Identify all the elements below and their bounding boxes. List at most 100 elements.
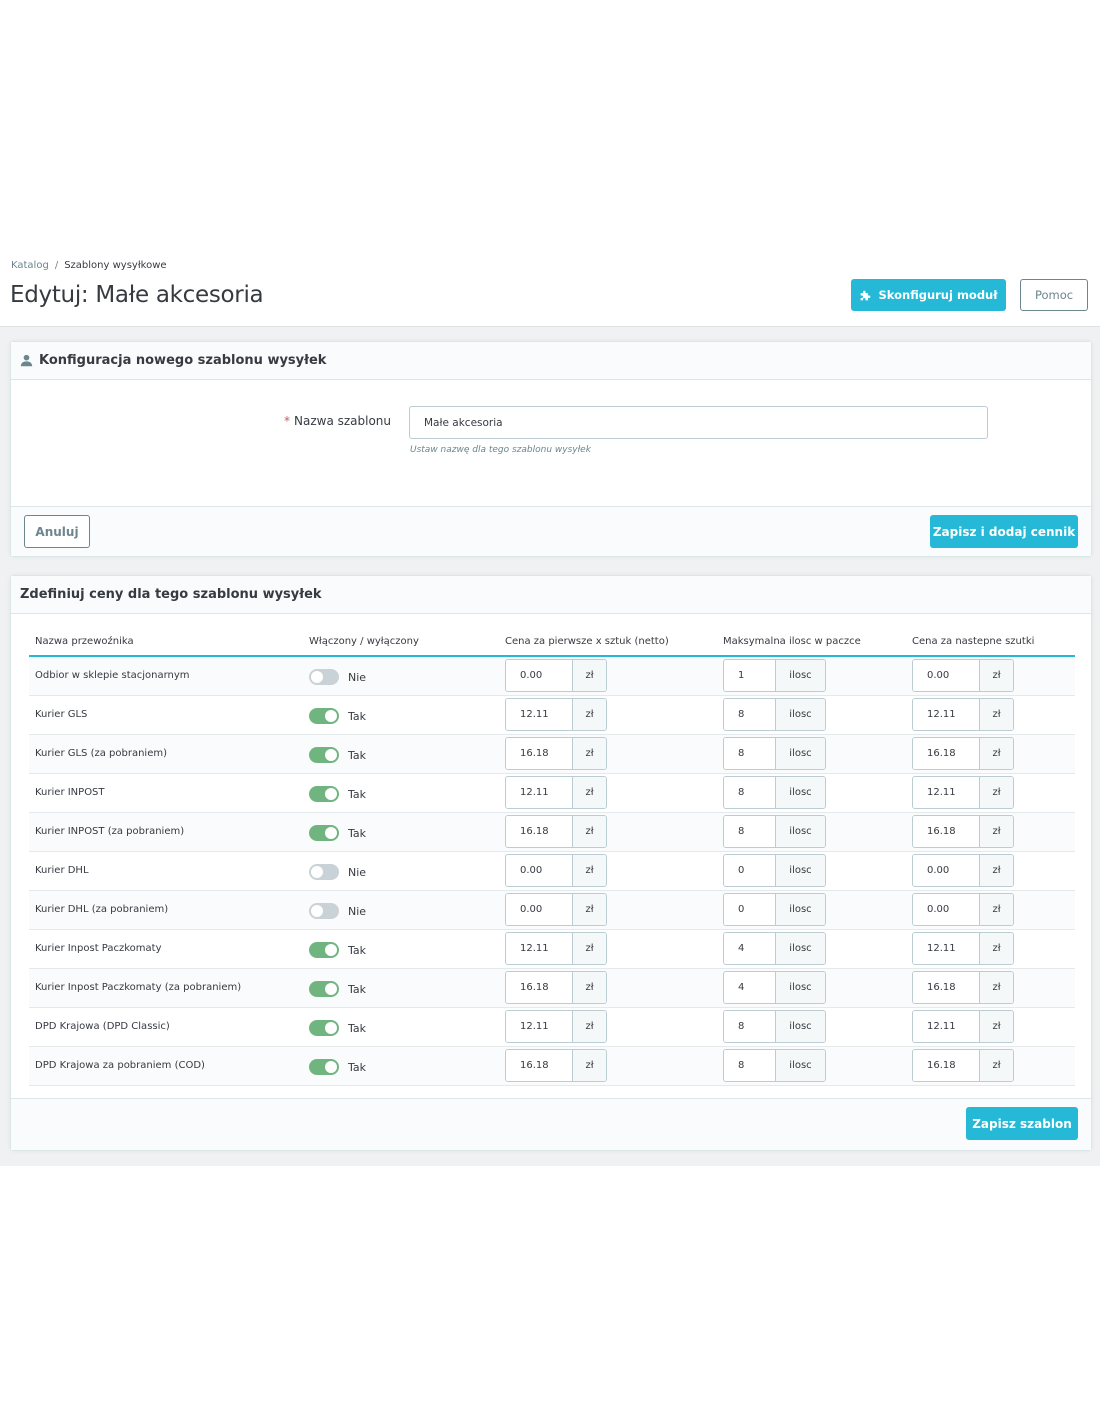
content-area: Konfiguracja nowego szablonu wysyłek * Na… <box>0 326 1100 1166</box>
max-qty-input[interactable]: 4 <box>724 972 775 1003</box>
toggle-label: Tak <box>348 709 367 723</box>
next-price-input[interactable]: 16.18 <box>913 738 979 769</box>
max-qty-input[interactable]: 0 <box>724 894 775 925</box>
save-template-button[interactable]: Zapisz szablon <box>966 1107 1078 1140</box>
currency-unit: zł <box>572 660 606 692</box>
max-qty-input[interactable]: 1 <box>724 660 775 692</box>
enabled-toggle[interactable]: Tak <box>309 708 366 724</box>
template-name-label: * Nazwa szablonu <box>284 414 391 428</box>
next-price-group: 12.11 zł <box>912 698 1014 731</box>
first-price-group: 0.00 zł <box>505 659 607 693</box>
carrier-name: Kurier Inpost Paczkomaty (za pobraniem) <box>29 968 303 1008</box>
save-and-add-pricing-button[interactable]: Zapisz i dodaj cennik <box>930 515 1078 548</box>
toggle-switch[interactable] <box>309 825 339 841</box>
toggle-switch[interactable] <box>309 669 339 686</box>
next-price-input[interactable]: 16.18 <box>913 1050 979 1081</box>
status-cell: Nie <box>303 851 499 891</box>
first-price-input[interactable]: 12.11 <box>506 1011 572 1042</box>
required-mark: * <box>284 414 290 428</box>
max-qty-input[interactable]: 0 <box>724 855 775 886</box>
status-cell: Tak <box>303 812 499 852</box>
max-qty-cell: 8 ilosc <box>717 695 906 735</box>
toggle-switch[interactable] <box>309 708 339 724</box>
currency-unit: zł <box>572 1050 606 1081</box>
table-row: Kurier GLS (za pobraniem) Tak 16.18 zł 8 ilos… <box>29 734 1075 774</box>
help-button[interactable]: Pomoc <box>1020 279 1088 311</box>
max-qty-input[interactable]: 8 <box>724 1050 775 1081</box>
next-price-input[interactable]: 12.11 <box>913 777 979 808</box>
configure-module-button[interactable]: Skonfiguruj moduł <box>851 279 1006 311</box>
toggle-switch[interactable] <box>309 903 339 919</box>
first-price-input[interactable]: 16.18 <box>506 972 572 1003</box>
toggle-switch[interactable] <box>309 1020 339 1036</box>
toggle-switch[interactable] <box>309 981 339 997</box>
enabled-toggle[interactable]: Tak <box>309 747 366 763</box>
enabled-toggle[interactable]: Tak <box>309 1020 366 1036</box>
breadcrumb-parent[interactable]: Katalog <box>11 260 49 271</box>
first-price-group: 12.11 zł <box>505 932 607 965</box>
first-price-input[interactable]: 16.18 <box>506 1050 572 1081</box>
breadcrumb-separator: / <box>54 260 59 271</box>
next-price-input[interactable]: 12.11 <box>913 699 979 730</box>
enabled-toggle[interactable]: Tak <box>309 1059 366 1075</box>
first-price-input[interactable]: 0.00 <box>506 855 572 886</box>
first-price-group: 0.00 zł <box>505 854 607 887</box>
enabled-toggle[interactable]: Tak <box>309 942 366 958</box>
max-qty-input[interactable]: 8 <box>724 738 775 769</box>
toggle-switch[interactable] <box>309 942 339 958</box>
next-price-cell: 16.18 zł <box>906 812 1075 852</box>
first-price-input[interactable]: 16.18 <box>506 816 572 847</box>
enabled-toggle[interactable]: Nie <box>309 903 366 919</box>
toggle-knob <box>325 710 337 722</box>
toggle-switch[interactable] <box>309 747 339 763</box>
toggle-knob <box>325 983 337 995</box>
max-qty-group: 1 ilosc <box>723 659 826 693</box>
next-price-input[interactable]: 0.00 <box>913 660 979 692</box>
breadcrumb-current[interactable]: Szablony wysyłkowe <box>64 260 166 271</box>
toggle-switch[interactable] <box>309 864 339 880</box>
status-cell: Tak <box>303 929 499 969</box>
max-qty-input[interactable]: 8 <box>724 777 775 808</box>
next-price-input[interactable]: 0.00 <box>913 894 979 925</box>
enabled-toggle[interactable]: Tak <box>309 825 366 841</box>
config-panel-header: Konfiguracja nowego szablonu wysyłek <box>11 342 1091 380</box>
enabled-toggle[interactable]: Nie <box>309 669 366 686</box>
toggle-knob <box>325 749 337 761</box>
first-price-cell: 0.00 zł <box>499 851 717 891</box>
currency-unit: zł <box>572 738 606 769</box>
next-price-cell: 0.00 zł <box>906 656 1075 696</box>
next-price-input[interactable]: 12.11 <box>913 1011 979 1042</box>
first-price-input[interactable]: 12.11 <box>506 777 572 808</box>
max-qty-input[interactable]: 4 <box>724 933 775 964</box>
enabled-toggle[interactable]: Nie <box>309 864 366 880</box>
template-name-input[interactable] <box>409 406 988 439</box>
enabled-toggle[interactable]: Tak <box>309 981 366 997</box>
cancel-button[interactable]: Anuluj <box>24 515 90 548</box>
enabled-toggle[interactable]: Tak <box>309 786 366 802</box>
next-price-input[interactable]: 12.11 <box>913 933 979 964</box>
max-qty-input[interactable]: 8 <box>724 699 775 730</box>
carrier-name: Kurier Inpost Paczkomaty <box>29 929 303 969</box>
max-qty-input[interactable]: 8 <box>724 1011 775 1042</box>
first-price-input[interactable]: 0.00 <box>506 660 572 692</box>
first-price-group: 16.18 zł <box>505 971 607 1004</box>
currency-unit: zł <box>979 894 1013 925</box>
toggle-switch[interactable] <box>309 786 339 802</box>
template-name-label-text: Nazwa szablonu <box>294 414 392 428</box>
first-price-input[interactable]: 16.18 <box>506 738 572 769</box>
first-price-input[interactable]: 12.11 <box>506 933 572 964</box>
column-header: Cena za nastepne szutki <box>906 628 1075 657</box>
max-qty-input[interactable]: 8 <box>724 816 775 847</box>
currency-unit: zł <box>979 1050 1013 1081</box>
next-price-input[interactable]: 16.18 <box>913 816 979 847</box>
status-cell: Tak <box>303 1007 499 1047</box>
next-price-group: 16.18 zł <box>912 971 1014 1004</box>
toggle-switch[interactable] <box>309 1059 339 1075</box>
config-panel: Konfiguracja nowego szablonu wysyłek * Na… <box>10 341 1092 557</box>
first-price-input[interactable]: 0.00 <box>506 894 572 925</box>
next-price-input[interactable]: 0.00 <box>913 855 979 886</box>
currency-unit: zł <box>572 699 606 730</box>
table-row: Kurier Inpost Paczkomaty Tak 12.11 zł 4 ilosc… <box>29 929 1075 969</box>
first-price-input[interactable]: 12.11 <box>506 699 572 730</box>
next-price-input[interactable]: 16.18 <box>913 972 979 1003</box>
